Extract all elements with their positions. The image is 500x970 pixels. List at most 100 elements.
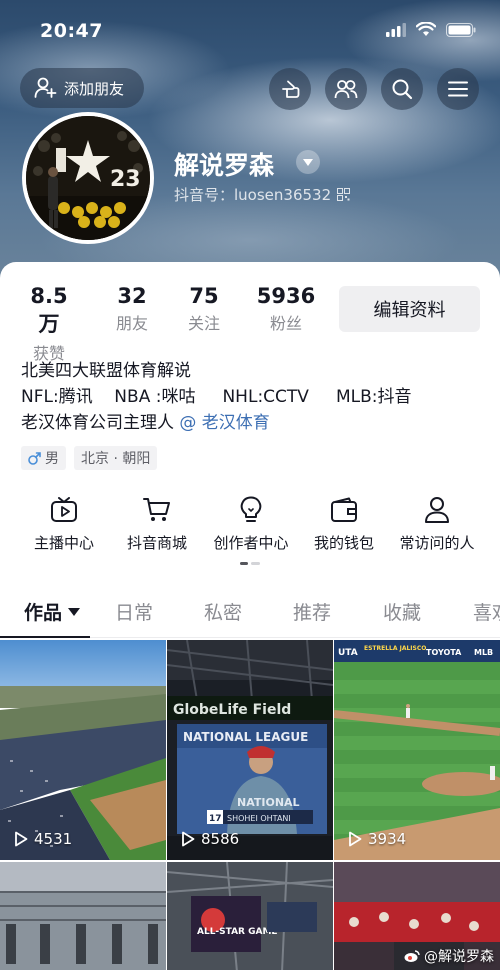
play-count-value: 3934	[368, 830, 407, 848]
person-icon	[425, 497, 449, 523]
video-thumbnail[interactable]: UTA ESTRELLA JALISCO TOYOTA MLB 3934	[334, 640, 500, 860]
quick-action-label: 创作者中心	[213, 534, 289, 552]
play-icon	[182, 831, 195, 847]
avatar-image: 23	[26, 116, 150, 240]
profile-card: 8.5万 获赞 32 朋友 75 关注 5936 粉丝 编辑资料 北美四大联盟体…	[0, 262, 500, 970]
watermark: @解说罗森	[404, 946, 494, 966]
wallet-icon	[331, 497, 357, 522]
douyin-id[interactable]: 抖音号：luosen36532	[174, 184, 351, 205]
bio-line-2: NFL:腾讯 NBA :咪咕 NHL:CCTV MLB:抖音	[21, 387, 412, 407]
triangle-down-icon	[303, 158, 313, 166]
bio-line-3: 老汉体育公司主理人 @ 老汉体育	[21, 410, 411, 436]
status-bar: 20:47	[0, 0, 500, 62]
quick-action-label: 我的钱包	[313, 534, 374, 552]
signal-icon	[386, 22, 406, 37]
tab-active-indicator	[0, 636, 90, 638]
play-count: 3934	[348, 830, 406, 848]
tab-likes[interactable]: 喜欢	[473, 598, 500, 625]
stat-likes[interactable]: 8.5万 获赞	[20, 284, 78, 364]
video-thumbnail[interactable]: ALL-STAR GAME	[167, 862, 333, 970]
stat-followers[interactable]: 5936 粉丝	[254, 284, 318, 334]
quick-action-mall[interactable]: 抖音商城	[107, 494, 207, 553]
shopping-cart-icon	[143, 498, 170, 521]
tab-works-label: 作品	[24, 602, 63, 624]
video-image: ALL-STAR GAME	[167, 862, 333, 970]
video-image: UTA ESTRELLA JALISCO TOYOTA MLB	[334, 640, 500, 860]
player-name-text: SHOHEI OHTANI	[227, 814, 291, 823]
stat-friends-label: 朋友	[115, 314, 148, 333]
quick-action-label: 主播中心	[33, 534, 94, 552]
play-icon	[349, 831, 362, 847]
stats-row: 8.5万 获赞 32 朋友 75 关注 5936 粉丝	[0, 284, 340, 363]
tab-favorites[interactable]: 收藏	[383, 598, 421, 625]
avatar-text: 23	[110, 167, 141, 192]
stat-friends[interactable]: 32 朋友	[108, 284, 156, 334]
tab-works[interactable]: 作品	[24, 598, 81, 625]
status-icons	[386, 22, 476, 37]
fan-club-button[interactable]	[269, 68, 311, 110]
play-count-value: 8586	[201, 830, 240, 848]
profile-header: 20:47 添加朋友 23 解说罗森 抖音号：luosen36532	[0, 0, 500, 300]
friends-button[interactable]	[325, 68, 367, 110]
stat-friends-value: 32	[117, 284, 147, 308]
quick-action-frequent-visitors[interactable]: 常访问的人	[387, 494, 487, 553]
video-thumbnail[interactable]: 4531	[0, 640, 166, 860]
people-icon	[334, 80, 358, 99]
video-thumbnail[interactable]: GlobeLife Field NATIONAL LEAGUE NATIONAL…	[167, 640, 333, 860]
stat-followers-value: 5936	[256, 284, 316, 308]
allstar-text: ALL-STAR GAME	[197, 927, 278, 937]
video-image	[0, 640, 166, 860]
quick-action-streamer-center[interactable]: 主播中心	[14, 494, 114, 553]
wifi-icon	[416, 22, 436, 36]
ad-uta-text: UTA	[338, 648, 358, 658]
location-tag: 北京 · 朝阳	[74, 446, 158, 470]
bio-line-1: 北美四大联盟体育解说	[21, 361, 191, 381]
page-indicator	[240, 562, 260, 565]
quick-action-label: 抖音商城	[126, 534, 187, 552]
jumbotron-league-text: NATIONAL LEAGUE	[183, 730, 308, 744]
stat-following[interactable]: 75 关注	[180, 284, 228, 334]
ad-toyota-text: TOYOTA	[426, 648, 462, 657]
stat-likes-value: 8.5万	[30, 284, 68, 336]
lightbulb-icon	[240, 496, 262, 522]
hand-pointer-icon	[282, 80, 300, 98]
watermark-text: @解说罗森	[424, 949, 494, 965]
edit-profile-button[interactable]: 编辑资料	[339, 286, 480, 332]
add-friend-button[interactable]: 添加朋友	[20, 68, 144, 108]
play-count: 8586	[181, 830, 239, 848]
svg-text:NATIONAL: NATIONAL	[237, 796, 300, 809]
profile-tags: 男 北京 · 朝阳	[21, 446, 158, 470]
player-number-text: 17	[209, 814, 222, 824]
quick-action-wallet[interactable]: 我的钱包	[294, 494, 394, 553]
bio: 北美四大联盟体育解说 NFL:腾讯 NBA :咪咕 NHL:CCTV MLB:抖…	[21, 358, 411, 436]
play-icon	[15, 831, 28, 847]
tab-recommend[interactable]: 推荐	[293, 598, 331, 625]
tv-play-icon	[51, 497, 77, 522]
username[interactable]: 解说罗森	[174, 146, 274, 182]
avatar[interactable]: 23	[22, 112, 154, 244]
gender-label: 男	[45, 451, 59, 467]
video-image	[0, 862, 166, 970]
tab-private[interactable]: 私密	[204, 598, 242, 625]
page-dot-active	[240, 562, 248, 565]
bio-line-3-text: 老汉体育公司主理人	[21, 413, 180, 433]
triangle-down-icon	[68, 607, 81, 616]
menu-button[interactable]	[437, 68, 479, 110]
tab-daily[interactable]: 日常	[115, 598, 153, 625]
search-button[interactable]	[381, 68, 423, 110]
stat-followers-label: 粉丝	[269, 314, 302, 333]
add-person-icon	[34, 77, 57, 98]
add-friend-label: 添加朋友	[64, 79, 125, 98]
quick-action-creator-center[interactable]: 创作者中心	[201, 494, 301, 553]
video-thumbnail[interactable]	[0, 862, 166, 970]
page-dot	[251, 562, 260, 565]
ad-mlb-text: MLB	[474, 648, 493, 657]
search-icon	[392, 79, 413, 100]
stadium-sign-text: GlobeLife Field	[173, 702, 291, 718]
content-tabs: 作品 日常 私密 推荐 收藏 喜欢	[0, 592, 500, 638]
male-icon	[28, 451, 41, 465]
mention-link[interactable]: @ 老汉体育	[179, 413, 269, 433]
account-switch-button[interactable]	[296, 150, 320, 174]
stat-following-label: 关注	[187, 314, 220, 333]
status-time: 20:47	[40, 20, 103, 42]
